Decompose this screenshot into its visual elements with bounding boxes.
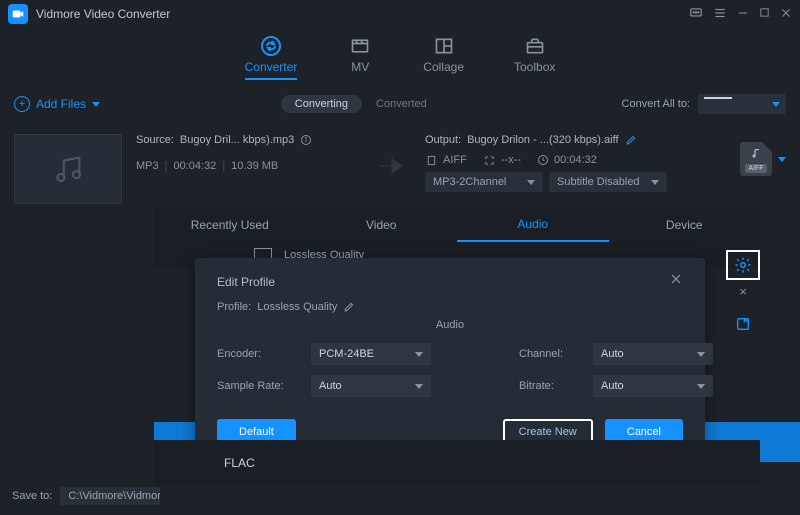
gear-icon — [734, 256, 752, 274]
nav-converter[interactable]: Converter — [245, 36, 298, 80]
info-icon[interactable] — [300, 134, 312, 146]
minimize-icon[interactable] — [737, 7, 749, 22]
arrow-right-icon — [375, 152, 411, 180]
subtitle-value: Subtitle Disabled — [557, 176, 640, 188]
save-to-path[interactable]: C:\Vidmore\Vidmor — [60, 487, 160, 505]
format-row-flac[interactable]: FLAC — [154, 440, 760, 486]
fmt-tab-device[interactable]: Device — [609, 208, 761, 242]
nav-converter-label: Converter — [245, 60, 298, 74]
encoder-label: Encoder: — [217, 348, 297, 360]
chevron-down-icon — [527, 180, 535, 185]
tab-converted[interactable]: Converted — [362, 95, 441, 113]
nav-mv-label: MV — [351, 60, 369, 74]
chevron-down-icon — [415, 352, 423, 357]
dialog-section-label: Audio — [217, 319, 683, 331]
file-icon — [425, 155, 438, 166]
close-icon — [669, 272, 683, 286]
app-title: Vidmore Video Converter — [36, 7, 170, 21]
chevron-down-icon — [415, 384, 423, 389]
source-format: MP3 — [136, 160, 159, 172]
output-format-badge[interactable]: AIFF — [740, 142, 772, 176]
profile-prefix: Profile: — [217, 301, 251, 313]
chevron-down-icon[interactable] — [778, 157, 786, 162]
bitrate-label: Bitrate: — [519, 380, 579, 392]
bitrate-value: Auto — [601, 380, 624, 392]
subtitle-select[interactable]: Subtitle Disabled — [549, 172, 667, 192]
audio-track-value: MP3-2Channel — [433, 176, 506, 188]
edit-icon[interactable] — [343, 301, 355, 313]
plus-icon: + — [14, 96, 30, 112]
nav-collage-label: Collage — [423, 60, 464, 74]
bitrate-select[interactable]: Auto — [593, 375, 713, 397]
encoder-value: PCM-24BE — [319, 348, 374, 360]
chevron-down-icon — [651, 180, 659, 185]
source-size: 10.39 MB — [231, 160, 278, 172]
output-prefix: Output: — [425, 134, 461, 146]
samplerate-label: Sample Rate: — [217, 380, 297, 392]
export-icon — [735, 316, 751, 332]
menu-icon[interactable] — [713, 6, 727, 23]
output-format: AIFF — [443, 154, 467, 166]
feedback-icon[interactable] — [689, 6, 703, 23]
main-nav: Converter MV Collage Toolbox — [0, 28, 800, 86]
clock-icon — [537, 154, 549, 166]
collage-icon — [431, 36, 457, 56]
tab-converting[interactable]: Converting — [281, 95, 362, 113]
chevron-down-icon — [772, 102, 780, 107]
settings-button[interactable] — [726, 250, 760, 280]
source-duration: 00:04:32 — [173, 160, 216, 172]
export-button[interactable] — [726, 309, 760, 339]
mv-icon — [347, 36, 373, 56]
toolbox-icon — [522, 36, 548, 56]
convert-all-format-select[interactable] — [698, 94, 786, 114]
converter-icon — [258, 36, 284, 56]
fmt-tab-recent[interactable]: Recently Used — [154, 208, 306, 242]
chevron-down-icon — [92, 102, 100, 107]
nav-toolbox-label: Toolbox — [514, 60, 555, 74]
channel-value: Auto — [601, 348, 624, 360]
output-dimensions: --x-- — [501, 154, 521, 166]
file-thumbnail[interactable] — [14, 134, 122, 204]
expand-icon — [483, 155, 496, 166]
convert-all-label: Convert All to: — [622, 98, 690, 110]
fmt-tab-video[interactable]: Video — [306, 208, 458, 242]
add-files-label: Add Files — [36, 97, 86, 111]
source-prefix: Source: — [136, 134, 174, 146]
audio-track-select[interactable]: MP3-2Channel — [425, 172, 543, 192]
chevron-down-icon — [697, 352, 705, 357]
format-row-label: FLAC — [224, 456, 255, 470]
channel-label: Channel: — [519, 348, 579, 360]
file-row: Source: Bugoy Dril... kbps).mp3 MP3 | 00… — [0, 122, 800, 216]
dialog-close-button[interactable] — [669, 272, 683, 291]
maximize-icon[interactable] — [759, 7, 770, 21]
channel-select[interactable]: Auto — [593, 343, 713, 365]
nav-collage[interactable]: Collage — [423, 36, 464, 80]
title-bar: Vidmore Video Converter — [0, 0, 800, 28]
save-to-label: Save to: — [12, 490, 52, 502]
save-to-row: Save to: C:\Vidmore\Vidmor — [12, 487, 160, 505]
dialog-title: Edit Profile — [217, 275, 275, 289]
nav-toolbox[interactable]: Toolbox — [514, 36, 555, 80]
nav-mv[interactable]: MV — [347, 36, 373, 80]
app-logo-icon — [8, 4, 28, 24]
fmt-tab-audio[interactable]: Audio — [457, 208, 609, 242]
edit-icon[interactable] — [625, 134, 637, 146]
profile-value: Lossless Quality — [257, 301, 337, 313]
music-note-icon — [51, 152, 85, 186]
output-duration: 00:04:32 — [554, 154, 597, 166]
encoder-select[interactable]: PCM-24BE — [311, 343, 431, 365]
toolbar: + Add Files Converting Converted Convert… — [0, 86, 800, 122]
samplerate-value: Auto — [319, 380, 342, 392]
add-files-button[interactable]: + Add Files — [14, 96, 100, 112]
edit-profile-dialog: Edit Profile Profile: Lossless Quality A… — [195, 258, 705, 463]
music-note-icon — [750, 147, 762, 159]
samplerate-select[interactable]: Auto — [311, 375, 431, 397]
close-icon[interactable] — [780, 7, 792, 22]
source-filename: Bugoy Dril... kbps).mp3 — [180, 134, 294, 146]
output-format-tag: AIFF — [745, 164, 766, 173]
output-filename: Bugoy Drilon - ...(320 kbps).aiff — [467, 134, 618, 146]
chevron-down-icon — [697, 384, 705, 389]
